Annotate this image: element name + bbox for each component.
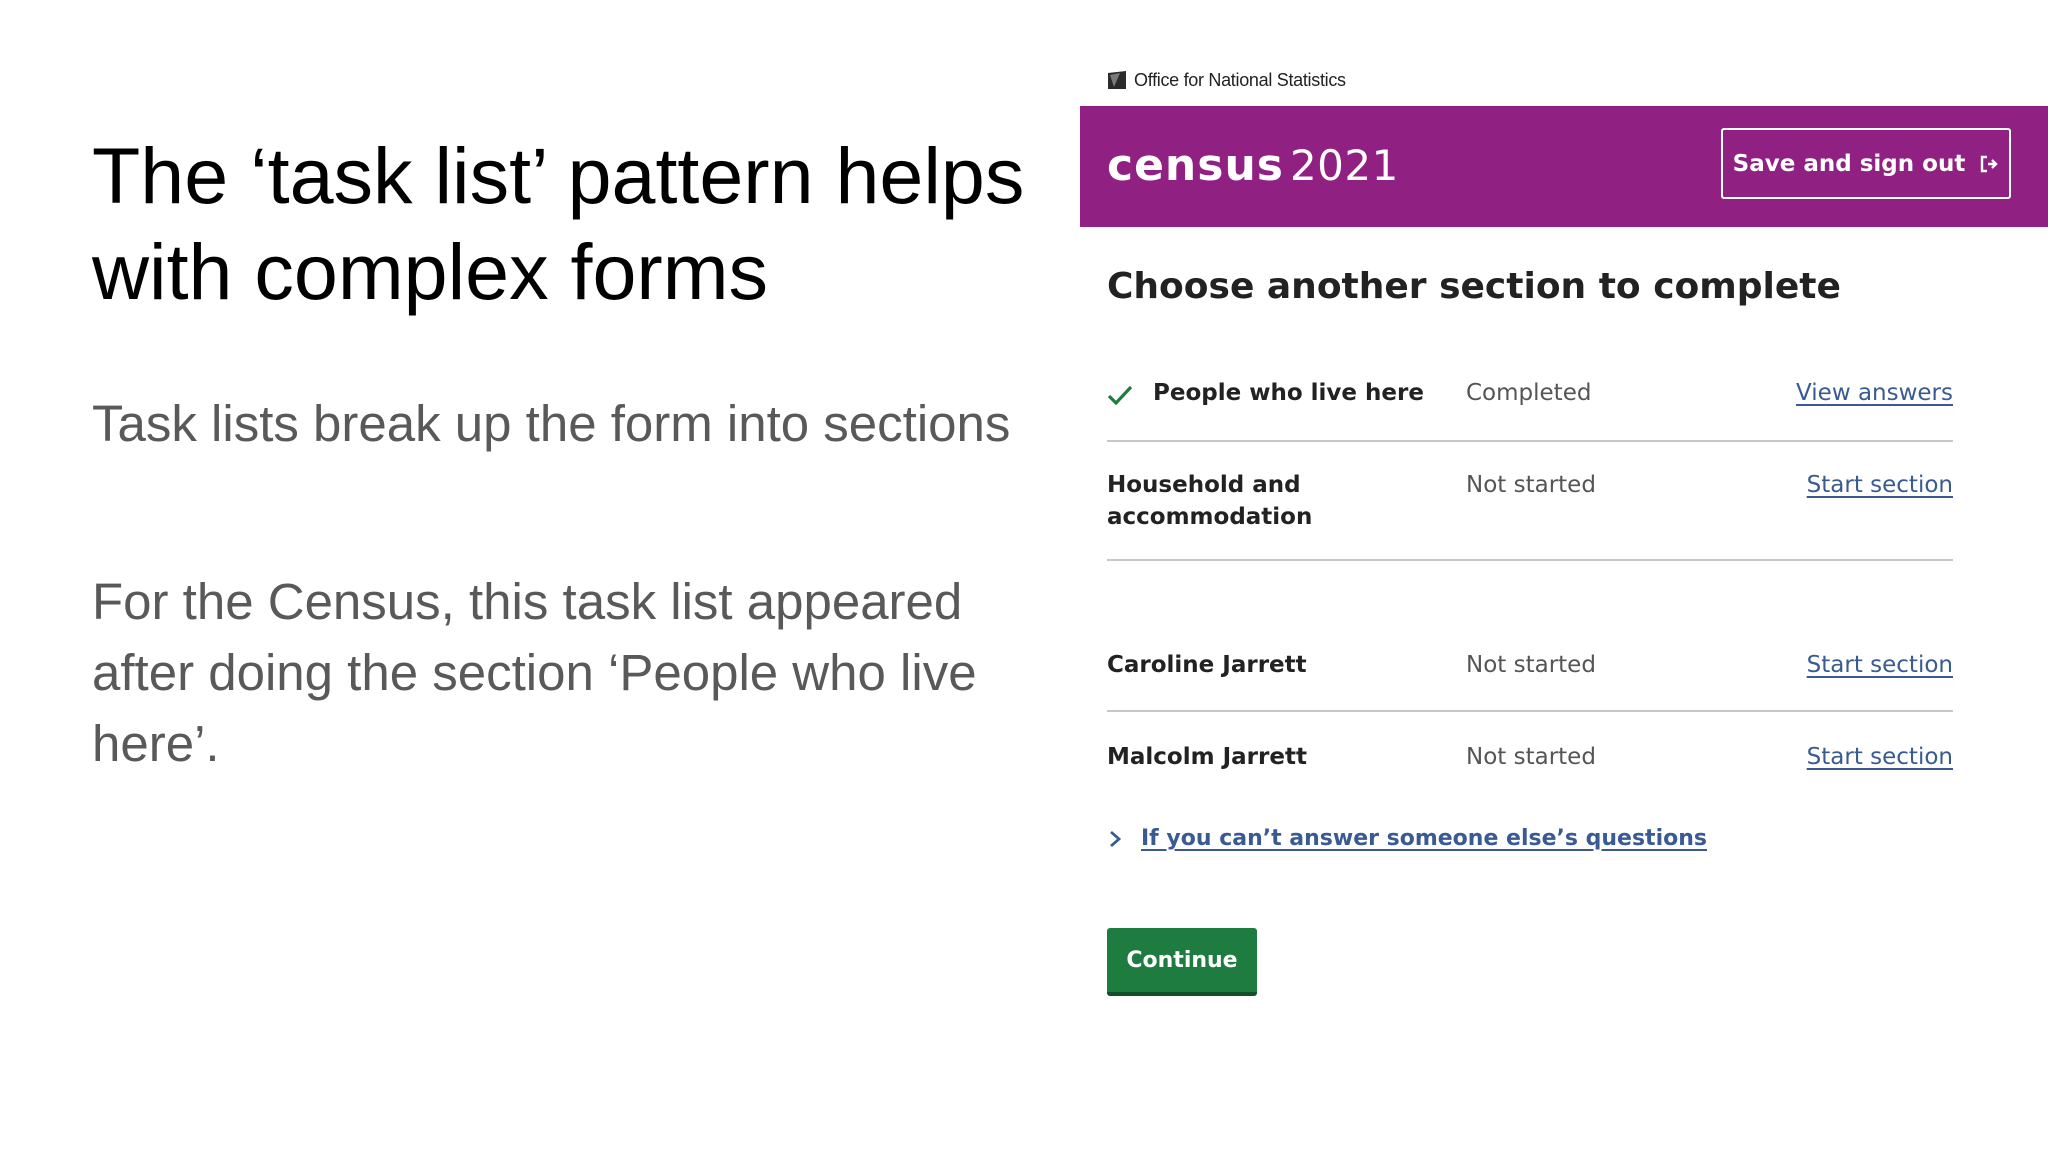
check-icon — [1107, 385, 1133, 406]
start-section-link[interactable]: Start section — [1807, 741, 1953, 773]
census-screenshot: Office for National Statistics census 20… — [1080, 60, 2048, 996]
details-toggle[interactable]: If you can’t answer someone else’s quest… — [1107, 826, 1707, 851]
census-brand-word: census — [1107, 140, 1284, 191]
census-brand-year: 2021 — [1289, 141, 1399, 190]
start-section-link[interactable]: Start section — [1807, 469, 1953, 501]
start-section-link[interactable]: Start section — [1807, 649, 1953, 681]
census-header: census 2021 Save and sign out — [1080, 106, 2048, 227]
continue-button[interactable]: Continue — [1107, 928, 1257, 996]
slide-paragraph-1: Task lists break up the form into sectio… — [92, 395, 1011, 452]
view-answers-link[interactable]: View answers — [1796, 377, 1953, 409]
slide-paragraph-2: For the Census, this task list appeared … — [92, 573, 977, 772]
details-label: If you can’t answer someone else’s quest… — [1141, 826, 1707, 851]
task-status: Not started — [1466, 472, 1596, 498]
page-heading: Choose another section to complete — [1107, 266, 1841, 307]
slide-title: The ‘task list’ pattern helps with compl… — [92, 131, 1025, 316]
task-name: Household and accommodation — [1107, 472, 1313, 530]
ons-logo: Office for National Statistics — [1106, 68, 1346, 92]
task-status: Not started — [1466, 652, 1596, 678]
task-name: Caroline Jarrett — [1107, 652, 1307, 678]
sign-out-icon — [1981, 155, 1999, 172]
task-row-malcolm-jarrett: Malcolm Jarrett Not started Start sectio… — [1107, 741, 1953, 773]
census-logo: census 2021 — [1107, 140, 1399, 192]
task-status: Not started — [1466, 744, 1596, 770]
task-row-people-who-live-here: People who live here Completed View answ… — [1107, 377, 1953, 442]
task-row-caroline-jarrett: Caroline Jarrett Not started Start secti… — [1107, 649, 1953, 712]
task-name: Malcolm Jarrett — [1107, 744, 1307, 770]
task-row-household-and-accommodation: Household and accommodation Not started … — [1107, 469, 1953, 561]
task-name: People who live here — [1153, 380, 1424, 406]
chevron-right-icon — [1110, 830, 1122, 847]
save-and-sign-out-label: Save and sign out — [1732, 150, 1966, 177]
save-and-sign-out-button[interactable]: Save and sign out — [1721, 128, 2011, 199]
ons-logo-text: Office for National Statistics — [1134, 69, 1346, 90]
ons-logo-icon — [1108, 71, 1126, 89]
task-status: Completed — [1466, 380, 1592, 406]
